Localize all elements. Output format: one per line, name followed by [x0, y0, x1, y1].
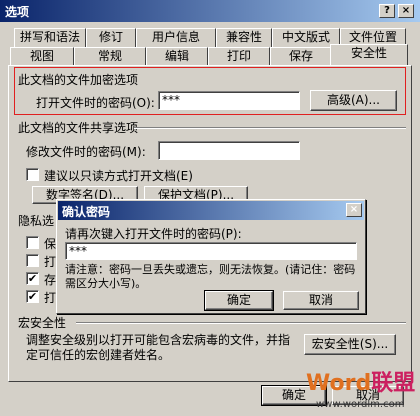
watermark-brand-cn: 联盟 [371, 371, 416, 396]
privacy-checkbox-4[interactable]: ✔ [26, 290, 39, 303]
tab-user-info[interactable]: 用户信息 [136, 28, 216, 47]
privacy-label-3: 存 [44, 273, 57, 287]
watermark-brand-word: Word [306, 371, 372, 396]
privacy-label-4: 打 [44, 291, 57, 305]
tab-print[interactable]: 打印 [208, 47, 270, 66]
confirm-password-warning: 请注意：密码一旦丢失或遗忘，则无法恢复。(请记住：密码需区分大小写)。 [65, 263, 356, 290]
tab-view[interactable]: 视图 [10, 47, 74, 66]
share-group-label: 此文档的文件共享选项 [18, 121, 139, 135]
watermark-url: www.wordlm.com [316, 399, 405, 410]
confirm-password-prompt: 请再次键入打开文件时的密码(P): [65, 227, 242, 241]
tab-compatibility[interactable]: 兼容性 [216, 28, 272, 47]
macro-description: 调整安全级别以打开可能包含宏病毒的文件，并指定可信任的宏创建者姓名。 [26, 333, 291, 362]
advanced-button[interactable]: 高级(A)... [310, 90, 397, 111]
tab-spelling-grammar[interactable]: 拼写和语法 [14, 28, 86, 47]
confirm-dialog-close-button[interactable]: × [346, 203, 362, 217]
confirm-cancel-button[interactable]: 取消 [283, 291, 359, 310]
open-password-input[interactable]: *** [158, 91, 300, 110]
window-titlebar: 选项 ? × [0, 0, 420, 22]
encrypt-group-label: 此文档的文件加密选项 [18, 73, 139, 87]
share-separator [134, 127, 406, 129]
confirm-dialog-titlebar: 确认密码 × [58, 201, 364, 220]
privacy-label-2: 打 [44, 255, 57, 269]
confirm-ok-button[interactable]: 确定 [204, 290, 274, 311]
confirm-password-dialog: 确认密码 × 请再次键入打开文件时的密码(P): *** 请注意：密码一旦丢失或… [56, 199, 366, 314]
tab-revisions[interactable]: 修订 [86, 28, 136, 47]
privacy-group-label: 隐私选 [18, 214, 55, 228]
privacy-checkbox-2[interactable] [26, 254, 39, 267]
tab-security[interactable]: 安全性 [330, 44, 408, 66]
tab-general[interactable]: 常规 [74, 47, 146, 66]
window-title: 选项 [5, 5, 30, 19]
modify-password-input[interactable] [158, 141, 300, 160]
macro-group-label: 宏安全性 [18, 316, 67, 330]
macro-security-button[interactable]: 宏安全性(S)... [304, 334, 396, 355]
confirm-password-input[interactable]: *** [65, 242, 357, 260]
close-button[interactable]: × [398, 4, 414, 18]
confirm-dialog-title: 确认密码 [62, 205, 111, 219]
macro-separator [76, 322, 406, 324]
privacy-label-1: 保 [44, 237, 57, 251]
privacy-checkbox-3[interactable]: ✔ [26, 272, 39, 285]
modify-password-label: 修改文件时的密码(M): [26, 145, 146, 159]
readonly-checkbox-label: 建议以只读方式打开文档(E) [44, 169, 193, 183]
tab-save[interactable]: 保存 [270, 47, 332, 66]
help-button[interactable]: ? [379, 4, 395, 18]
watermark-logo: Word联盟 [306, 372, 415, 396]
privacy-checkbox-1[interactable] [26, 236, 39, 249]
readonly-checkbox[interactable] [26, 168, 39, 181]
open-password-label: 打开文件时的密码(O): [36, 96, 155, 110]
tab-edit[interactable]: 编辑 [146, 47, 208, 66]
